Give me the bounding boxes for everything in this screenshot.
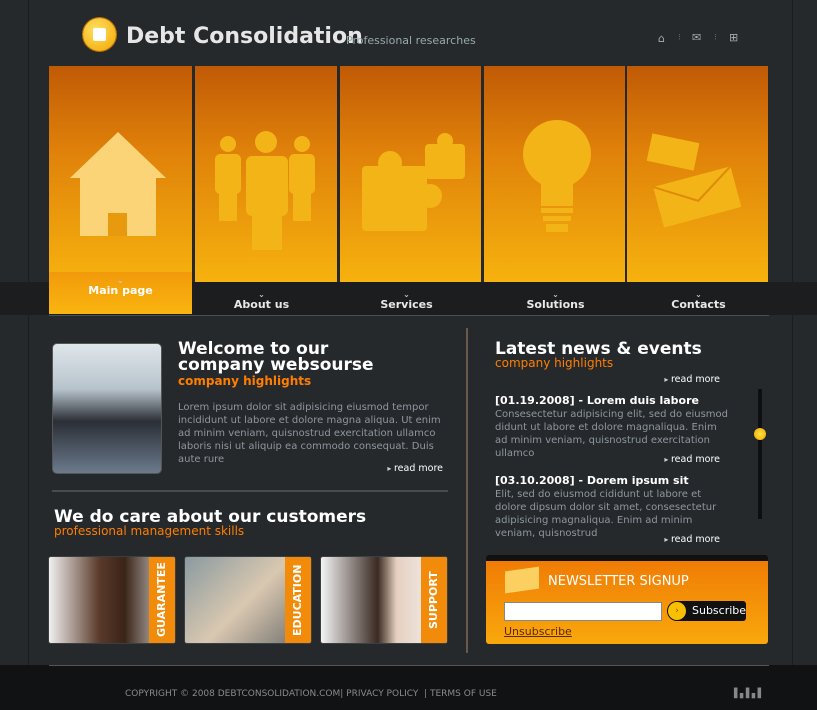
welcome-subtitle: company highlights (178, 374, 312, 388)
sitemap-icon[interactable]: ⊞ (729, 31, 738, 44)
stats-icon: ▌▖▌▖▌ (734, 689, 765, 699)
news-title: Latest news & events (495, 339, 702, 359)
site-title[interactable]: Debt Consolidation (126, 24, 363, 49)
unsubscribe-link[interactable]: Unsubscribe (504, 625, 572, 638)
news-item-read-more-link[interactable]: read more (620, 454, 720, 465)
banner-contacts[interactable] (627, 66, 768, 282)
newsletter-email-input[interactable] (504, 602, 662, 621)
house-icon (70, 132, 166, 236)
nav-contacts[interactable]: ⌄ Contacts (627, 282, 770, 314)
subscribe-button[interactable]: › Subscribe (667, 601, 746, 621)
puzzle-icon (362, 133, 465, 231)
subscribe-label: Subscribe (692, 604, 747, 617)
footer (0, 665, 817, 710)
separator: ⁝ (678, 33, 681, 43)
envelopes-icon (646, 133, 742, 228)
newsletter-title: NEWSLETTER SIGNUP (548, 574, 689, 589)
news-item-title[interactable]: [01.19.2008] - Lorem duis labore (495, 394, 699, 407)
news-subtitle: company highlights (495, 356, 614, 370)
card-label: EDUCATION (285, 557, 311, 643)
card-guarantee[interactable]: GUARANTEE (48, 556, 176, 644)
card-support[interactable]: SUPPORT (320, 556, 448, 644)
column-divider (466, 328, 468, 653)
site-tagline: Professional researches (346, 34, 476, 47)
banner-services[interactable] (340, 66, 481, 282)
news-read-more-link[interactable]: read more (620, 374, 720, 385)
people-icon (215, 131, 315, 250)
scroll-thumb[interactable] (754, 428, 766, 440)
business-men-photo (52, 343, 162, 474)
divider (49, 665, 769, 666)
page-border-right (792, 0, 793, 665)
nav-label: Services (380, 298, 433, 311)
nav-about-us[interactable]: ⌄ About us (190, 282, 333, 314)
page-border-left (28, 0, 29, 665)
welcome-title-2: company websourse (178, 355, 374, 375)
nav-services[interactable]: ⌄ Services (335, 282, 478, 314)
copyright-text: COPYRIGHT © 2008 DEBTCONSOLIDATION.COM (125, 689, 341, 699)
nav-label: Contacts (671, 298, 726, 311)
news-scrollbar[interactable] (758, 389, 762, 519)
nav-main-page[interactable]: ⌄ Main page (49, 272, 192, 314)
footer-links: COPYRIGHT © 2008 DEBTCONSOLIDATION.COM| … (125, 689, 497, 699)
welcome-read-more-link[interactable]: read more (340, 463, 443, 474)
news-item-text: Elit, sed do eiusmod cididunt ut labore … (495, 489, 717, 539)
nav-label: About us (233, 298, 290, 311)
news-item-read-more-link[interactable]: read more (620, 534, 720, 544)
banner-about[interactable] (195, 66, 337, 282)
nav-solutions[interactable]: ⌄ Solutions (484, 282, 627, 314)
divider (52, 490, 448, 492)
separator: ⁝ (714, 33, 717, 43)
lightbulb-icon (523, 120, 591, 232)
banner-home[interactable] (49, 66, 192, 282)
care-title: We do care about our customers (54, 507, 367, 527)
banner-solutions[interactable] (484, 66, 625, 282)
terms-of-use-link[interactable]: TERMS OF USE (430, 689, 497, 699)
news-item-text: Consesectetur adipisicing elit, sed do e… (495, 409, 728, 459)
nav-label: Main page (88, 284, 153, 297)
nav-label: Solutions (526, 298, 585, 311)
welcome-text: Lorem ipsum dolor sit adipisicing eiusmo… (178, 402, 441, 465)
puzzle-logo-icon (83, 18, 116, 51)
home-icon[interactable]: ⌂ (658, 32, 665, 45)
privacy-policy-link[interactable]: PRIVACY POLICY (346, 689, 418, 699)
card-label: GUARANTEE (149, 557, 175, 643)
divider (49, 315, 769, 316)
news-item-title[interactable]: [03.10.2008] - Dorem ipsum sit (495, 474, 689, 487)
card-label: SUPPORT (421, 557, 447, 643)
card-education[interactable]: EDUCATION (184, 556, 312, 644)
arrow-icon: › (668, 602, 686, 620)
care-subtitle: professional management skills (54, 524, 245, 538)
mail-icon[interactable]: ✉ (692, 31, 701, 44)
